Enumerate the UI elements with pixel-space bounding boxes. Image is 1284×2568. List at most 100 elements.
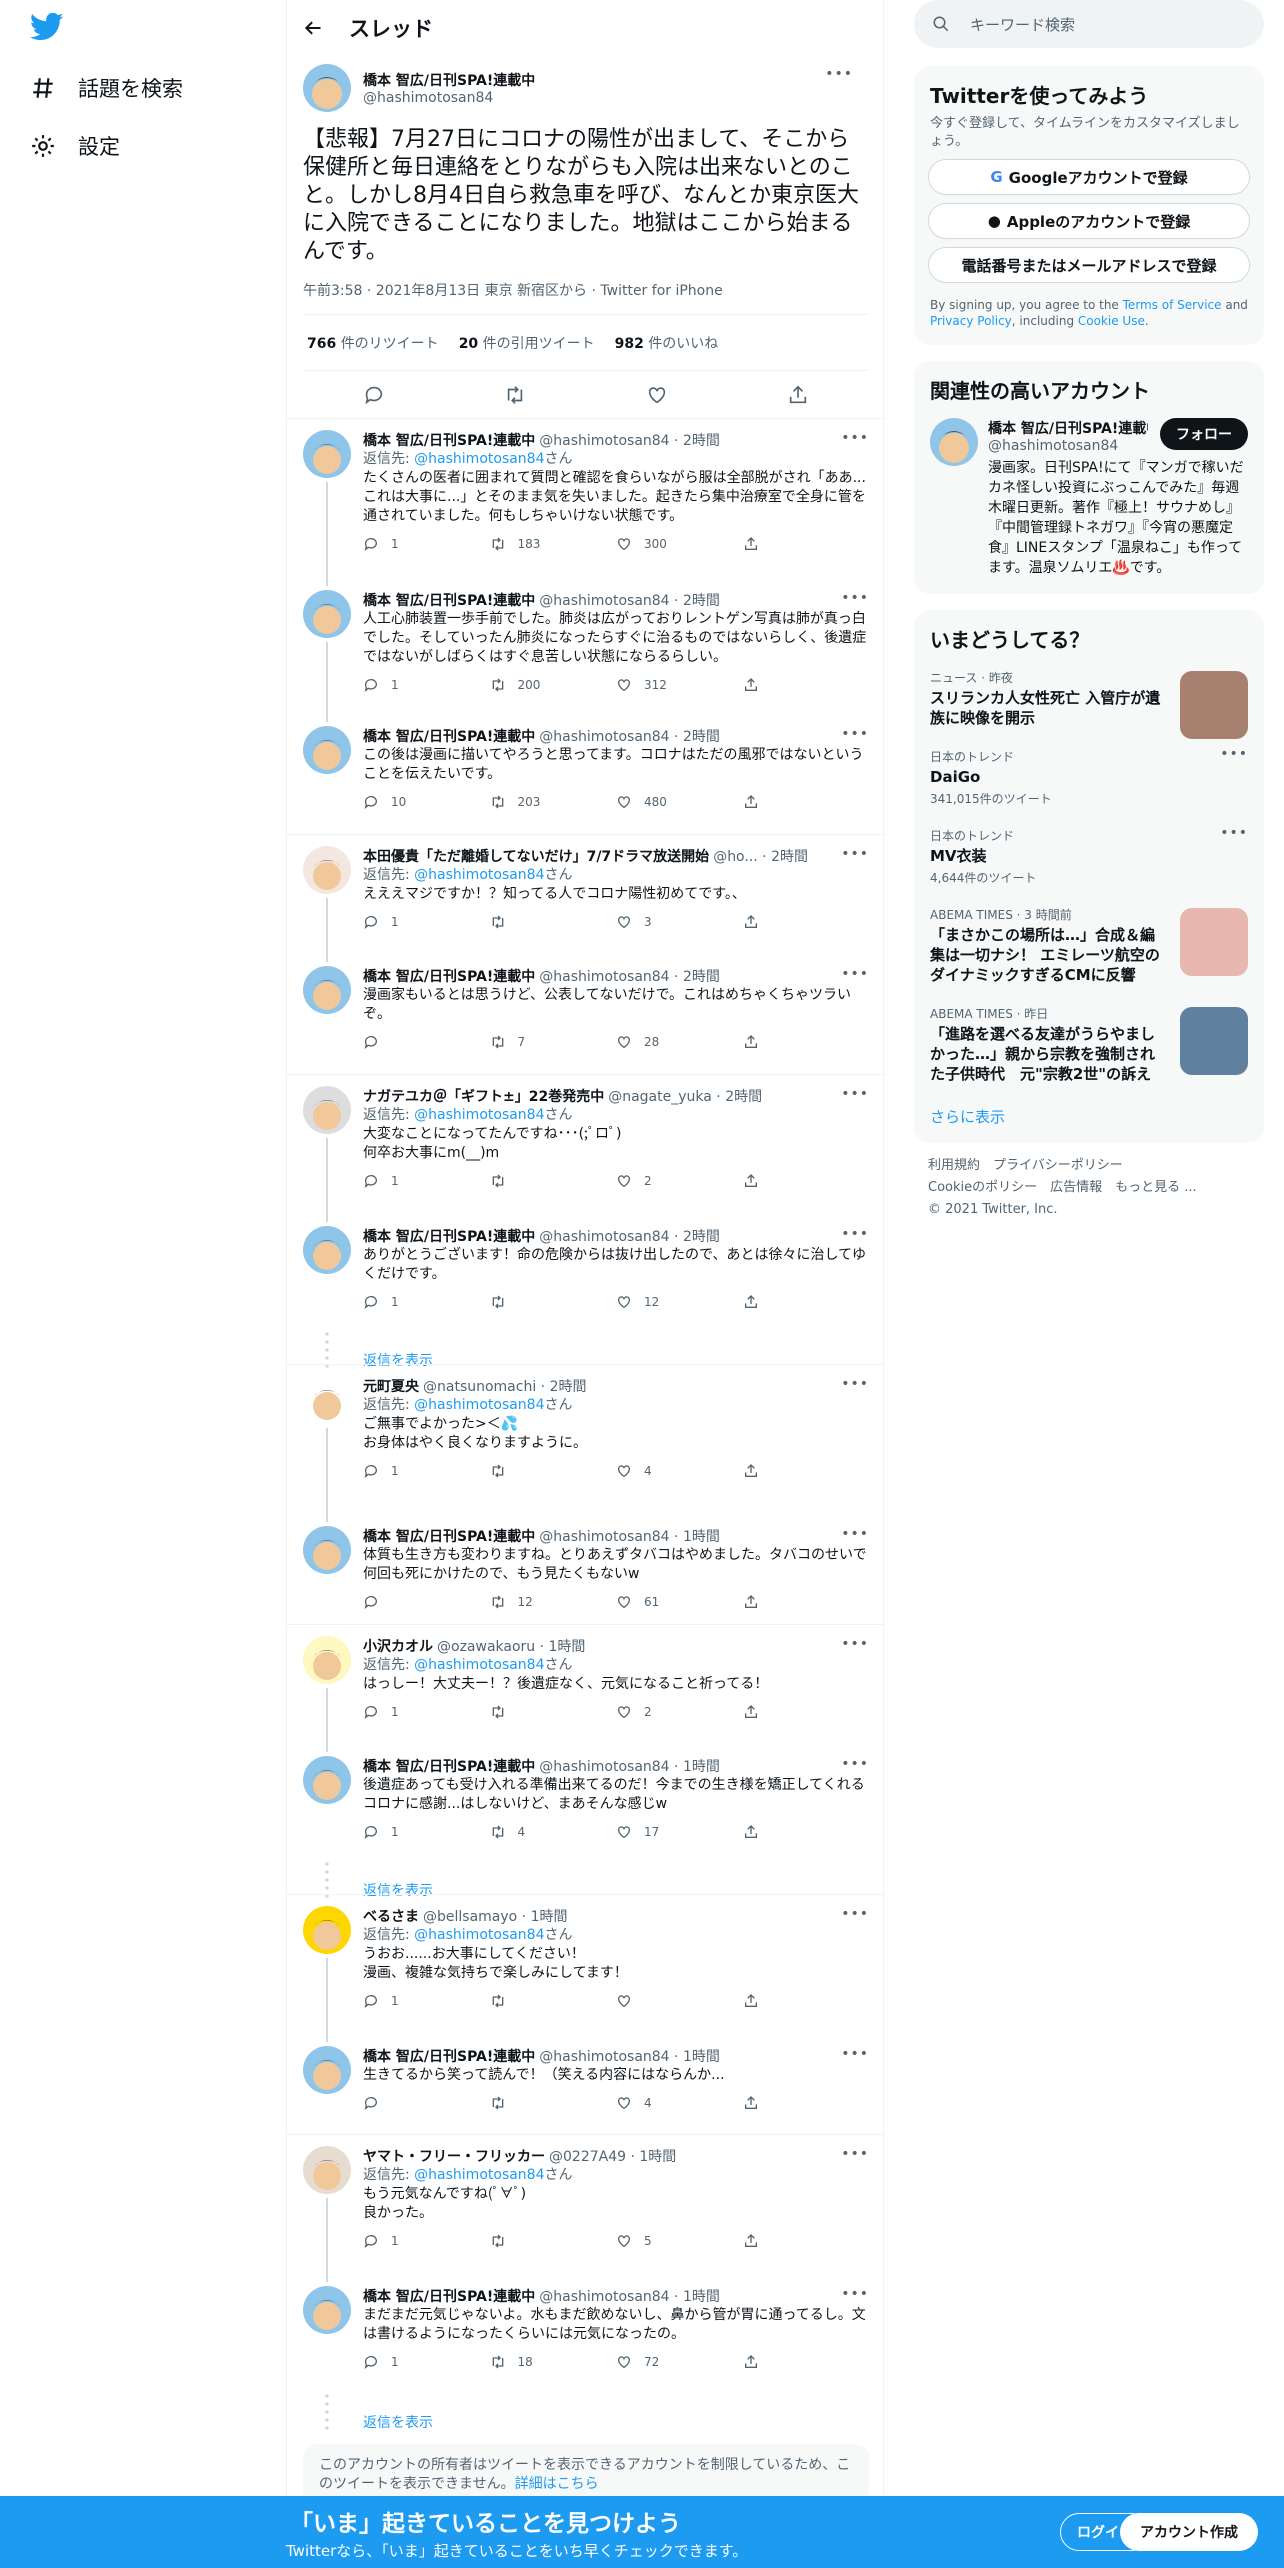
share-button[interactable] [743,1704,870,1720]
reply-tweet[interactable]: 橋本 智広/日刊SPA!連載中 @hashimotosan84 · 1時間 体質も生… [287,1526,885,1612]
retweet-button[interactable]: 200 [490,677,617,693]
share-button[interactable] [743,2095,870,2111]
share-button[interactable] [743,1173,870,1189]
retweet-button[interactable] [490,1294,617,1310]
like-button[interactable]: 12 [616,1294,743,1310]
reply-tweet[interactable]: 小沢カオル @ozawakaoru · 1時間 返信先: @hashimotosan… [287,1636,885,1722]
show-replies-link[interactable]: 返信を表示 [363,2412,433,2432]
mention-link[interactable]: @hashimotosan84 [414,451,544,467]
avatar[interactable] [930,418,978,466]
trend-item[interactable]: ニュース · 昨夜 スリランカ人女性死亡 入管庁が遺族に映像を開示 [914,659,1264,739]
share-button[interactable] [743,1824,870,1840]
avatar[interactable] [303,1636,351,1684]
tos-link[interactable]: Terms of Service [1123,298,1222,312]
more-icon[interactable]: ••• [841,1226,869,1242]
author-handle[interactable]: @hashimotosan84 · 2時間 [539,726,720,746]
author-name[interactable]: 橋本 智広/日刊SPA!連載中 [363,1756,535,1776]
author-name[interactable]: 橋本 智広/日刊SPA!連載中 [363,726,535,746]
author-name[interactable]: 元町夏央 [363,1376,419,1396]
retweet-button[interactable] [490,2095,617,2111]
avatar[interactable] [303,1526,351,1574]
reply-tweet[interactable]: 橋本 智広/日刊SPA!連載中 @hashimotosan84 · 2時間 ありがと… [287,1226,885,1312]
reply-tweet[interactable]: ナガテユカ＠「ギフト±」22巻発売中 @nagate_yuka · 2時間 返信先:… [287,1086,885,1191]
reply-button[interactable]: 1 [363,2233,490,2249]
retweet-button[interactable]: 12 [490,1594,617,1610]
mention-link[interactable]: @hashimotosan84 [414,2167,544,2183]
reply-button[interactable]: 1 [363,1824,490,1840]
share-button[interactable] [743,1594,870,1610]
reply-button[interactable]: 1 [363,2354,490,2370]
more-icon[interactable]: ••• [841,1526,869,1542]
retweet-button[interactable] [490,1993,617,2009]
author-name[interactable]: 橋本 智広/日刊SPA!連載中 [363,1226,535,1246]
tweet-meta[interactable]: 午前3:58 · 2021年8月13日 東京 新宿区から · Twitter f… [303,280,869,315]
cookie-link[interactable]: Cookie Use [1078,314,1145,328]
reply-button[interactable]: 1 [363,1704,490,1720]
trend-item[interactable]: ABEMA TIMES · 昨日 「進路を選べる友達がうらやましかった…」親から宗… [914,995,1264,1094]
share-button[interactable] [743,794,870,810]
author-name[interactable]: ナガテユカ＠「ギフト±」22巻発売中 [363,1086,604,1106]
like-button[interactable]: 28 [616,1034,743,1050]
author-name[interactable]: 橋本 智広/日刊SPA!連載中 [363,2286,535,2306]
author-name[interactable]: 小沢カオル [363,1636,433,1656]
reply-button[interactable]: 1 [363,914,490,930]
reply-tweet[interactable]: 橋本 智広/日刊SPA!連載中 @hashimotosan84 · 2時間 この後は… [287,726,885,812]
reply-button[interactable] [363,2095,490,2111]
reply-button[interactable]: 1 [363,1463,490,1479]
reply-button[interactable] [363,1034,490,1050]
like-button[interactable]: 3 [616,914,743,930]
show-replies-link[interactable]: 返信を表示 [363,1350,433,1370]
avatar[interactable] [303,2046,351,2094]
like-button[interactable]: 480 [616,794,743,810]
reply-button[interactable]: 1 [363,1173,490,1189]
like-stat[interactable]: 982 件のいいね [615,333,719,353]
more-icon[interactable]: ••• [1220,825,1248,841]
show-replies-link[interactable]: 返信を表示 [363,1880,433,1900]
avatar[interactable] [303,1226,351,1274]
reply-button[interactable]: 1 [363,1993,490,2009]
mention-link[interactable]: @hashimotosan84 [414,1397,544,1413]
like-icon[interactable] [646,384,668,406]
mention-link[interactable]: @hashimotosan84 [414,867,544,883]
retweet-button[interactable] [490,914,617,930]
retweet-button[interactable]: 4 [490,1824,617,1840]
reply-tweet[interactable]: 橋本 智広/日刊SPA!連載中 @hashimotosan84 · 2時間 人工心肺… [287,590,885,695]
more-icon[interactable]: ••• [1220,746,1248,762]
avatar[interactable] [303,2286,351,2334]
phone-signup-button[interactable]: 電話番号またはメールアドレスで登録 [928,247,1250,283]
like-button[interactable]: 2 [616,1173,743,1189]
like-button[interactable]: 300 [616,536,743,552]
more-icon[interactable]: ••• [841,2286,869,2302]
more-icon[interactable]: ••• [841,846,869,862]
retweet-button[interactable]: 183 [490,536,617,552]
author-name[interactable]: べるさま [363,1906,419,1926]
share-button[interactable] [743,1993,870,2009]
more-icon[interactable]: ••• [841,430,869,446]
like-button[interactable]: 312 [616,677,743,693]
apple-signup-button[interactable]: ● Appleのアカウントで登録 [928,203,1250,239]
reply-button[interactable] [363,1594,490,1610]
more-icon[interactable]: ••• [841,726,869,742]
share-button[interactable] [743,1034,870,1050]
share-button[interactable] [743,1294,870,1310]
author-name[interactable]: 橋本 智広/日刊SPA!連載中 [363,430,535,450]
author-handle[interactable]: @bellsamayo · 1時間 [423,1906,567,1926]
share-button[interactable] [743,2233,870,2249]
nav-explore[interactable]: 話題を検索 [30,68,183,108]
avatar[interactable] [303,1086,351,1134]
share-button[interactable] [743,1463,870,1479]
search-box[interactable]: キーワード検索 [914,0,1264,48]
related-account[interactable]: 橋本 智広/日刊SPA!連載中 @hashimotosan84 漫画家。日刊SP… [914,410,1264,594]
mention-link[interactable]: @hashimotosan84 [414,1657,544,1673]
more-icon[interactable]: ••• [841,1906,869,1922]
reply-button[interactable]: 10 [363,794,490,810]
retweet-button[interactable]: 203 [490,794,617,810]
author-handle[interactable]: @ozawakaoru · 1時間 [437,1636,585,1656]
retweet-button[interactable]: 7 [490,1034,617,1050]
reply-icon[interactable] [363,384,385,406]
related-name[interactable]: 橋本 智広/日刊SPA!連載中 [988,418,1148,438]
share-button[interactable] [743,2354,870,2370]
retweet-button[interactable] [490,1704,617,1720]
retweet-button[interactable]: 18 [490,2354,617,2370]
like-button[interactable]: 72 [616,2354,743,2370]
